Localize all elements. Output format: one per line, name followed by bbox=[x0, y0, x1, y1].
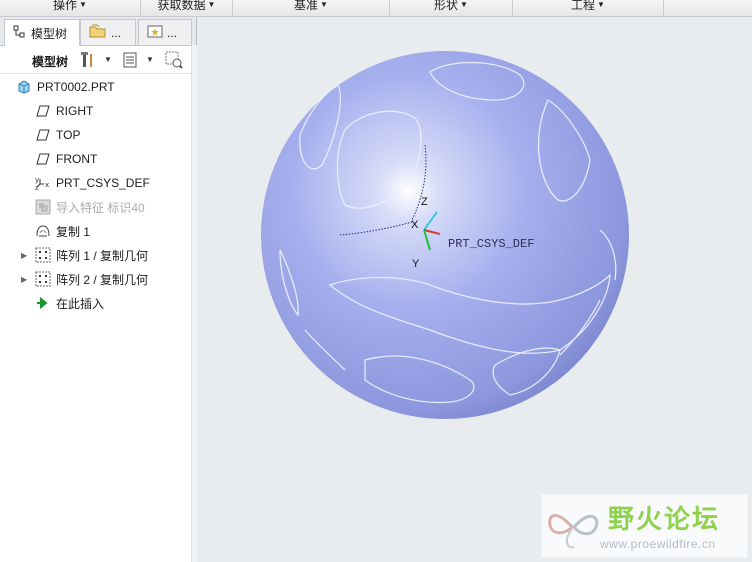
ribbon-group-label: 操作 bbox=[53, 0, 78, 12]
tree-node-pattern-2[interactable]: 阵列 2 / 复制几何 bbox=[35, 269, 148, 289]
chevron-down-icon: ▼ bbox=[207, 0, 216, 9]
ribbon-group-label: 形状 bbox=[434, 0, 459, 12]
axis-x-label: X bbox=[411, 219, 419, 231]
tree-node-pattern-1[interactable]: 阵列 1 / 复制几何 bbox=[35, 245, 148, 265]
pattern-icon bbox=[35, 247, 51, 263]
import-feature-icon bbox=[35, 199, 51, 215]
tree-node-import-feature[interactable]: 导入特征 标识40 bbox=[35, 197, 145, 217]
tab-model-tree[interactable]: 模型树 bbox=[4, 19, 80, 46]
tab-label: ... bbox=[111, 25, 122, 40]
model-tree-panel: 模型树 ... ... 模型树 ▼ ▼ PRT0002.PRT RIGHT TO… bbox=[0, 17, 197, 562]
chevron-down-icon: ▼ bbox=[79, 0, 87, 9]
tree-node-right[interactable]: RIGHT bbox=[35, 101, 93, 121]
chevron-down-icon[interactable]: ▼ bbox=[104, 55, 112, 64]
tree-node-label: 导入特征 标识40 bbox=[56, 200, 145, 215]
navigator-tabs: 模型树 ... ... bbox=[0, 17, 196, 46]
model-tree-toolbar: 模型树 ▼ ▼ bbox=[0, 47, 196, 74]
pattern-icon bbox=[35, 271, 51, 287]
svg-text:y: y bbox=[35, 176, 39, 184]
tree-node-label: FRONT bbox=[56, 152, 98, 166]
tree-node-top[interactable]: TOP bbox=[35, 125, 80, 145]
expand-arrow-icon[interactable]: ▶ bbox=[21, 251, 29, 260]
csys-icon: yzx bbox=[35, 175, 51, 191]
axis-z-label: Z bbox=[421, 196, 428, 208]
settings-filter-icon[interactable] bbox=[164, 50, 184, 70]
tab-label: 模型树 bbox=[31, 26, 68, 41]
svg-text:x: x bbox=[45, 181, 49, 189]
axis-y-label: Y bbox=[412, 258, 420, 270]
ribbon-group-shape[interactable]: 形状 ▼ bbox=[390, 0, 512, 16]
sphere-model[interactable]: Z X Y PRT_CSYS_DEF bbox=[197, 17, 752, 562]
chevron-down-icon: ▼ bbox=[597, 0, 605, 9]
tree-node-label: 阵列 2 / 复制几何 bbox=[56, 272, 149, 287]
tree-node-part[interactable]: PRT0002.PRT bbox=[16, 77, 115, 97]
graphics-viewport[interactable]: Z X Y PRT_CSYS_DEF bbox=[197, 17, 752, 562]
model-tree-icon bbox=[13, 25, 27, 42]
tree-node-label: TOP bbox=[56, 128, 81, 142]
datum-plane-icon bbox=[35, 151, 51, 167]
ribbon-group-operations[interactable]: 操作 ▼ bbox=[0, 0, 140, 16]
ribbon-separator bbox=[663, 0, 664, 16]
show-list-icon[interactable] bbox=[120, 50, 140, 70]
model-tree-title: 模型树 bbox=[32, 55, 69, 69]
copy-icon bbox=[35, 223, 51, 239]
butterfly-logo-icon bbox=[548, 514, 599, 549]
tree-node-insert-here[interactable]: 在此插入 bbox=[35, 293, 104, 313]
tab-favorites[interactable]: ... bbox=[138, 19, 192, 45]
chevron-down-icon: ▼ bbox=[460, 0, 468, 9]
datum-plane-icon bbox=[35, 103, 51, 119]
tab-label: ... bbox=[167, 25, 178, 40]
tree-node-label: PRT0002.PRT bbox=[37, 80, 115, 94]
csys-label: PRT_CSYS_DEF bbox=[448, 237, 534, 251]
part-icon bbox=[16, 79, 32, 95]
ribbon-group-get-data[interactable]: 获取数据 ▼ bbox=[141, 0, 232, 16]
watermark-url: www.proewildfire.cn bbox=[600, 537, 716, 551]
chevron-down-icon: ▼ bbox=[320, 0, 328, 9]
tree-node-copy-1[interactable]: 复制 1 bbox=[35, 221, 90, 241]
tree-node-label: 阵列 1 / 复制几何 bbox=[56, 248, 149, 263]
tools-icon[interactable] bbox=[78, 50, 98, 70]
ribbon-group-bar: 操作 ▼ 获取数据 ▼ 基准 ▼ 形状 ▼ 工程 ▼ bbox=[0, 0, 752, 17]
forum-watermark: 野火论坛 www.proewildfire.cn bbox=[541, 494, 748, 558]
ribbon-group-engineering[interactable]: 工程 ▼ bbox=[513, 0, 663, 16]
folder-icon bbox=[89, 23, 107, 42]
tree-node-csys[interactable]: yzx PRT_CSYS_DEF bbox=[35, 173, 150, 193]
ribbon-group-datum[interactable]: 基准 ▼ bbox=[233, 0, 389, 16]
tree-node-label: PRT_CSYS_DEF bbox=[56, 176, 150, 190]
datum-plane-icon bbox=[35, 127, 51, 143]
tree-node-front[interactable]: FRONT bbox=[35, 149, 97, 169]
tree-node-label: RIGHT bbox=[56, 104, 94, 118]
insert-here-arrow-icon bbox=[35, 295, 51, 311]
tab-folder-browser[interactable]: ... bbox=[80, 19, 136, 45]
watermark-title: 野火论坛 bbox=[608, 504, 721, 534]
tree-node-label: 在此插入 bbox=[56, 296, 105, 311]
expand-arrow-icon[interactable]: ▶ bbox=[21, 275, 29, 284]
tree-node-label: 复制 1 bbox=[56, 224, 91, 239]
ribbon-group-label: 工程 bbox=[571, 0, 596, 12]
ribbon-group-label: 基准 bbox=[294, 0, 319, 12]
favorites-icon bbox=[147, 24, 163, 41]
chevron-down-icon[interactable]: ▼ bbox=[146, 55, 154, 64]
ribbon-group-label: 获取数据 bbox=[157, 0, 206, 12]
